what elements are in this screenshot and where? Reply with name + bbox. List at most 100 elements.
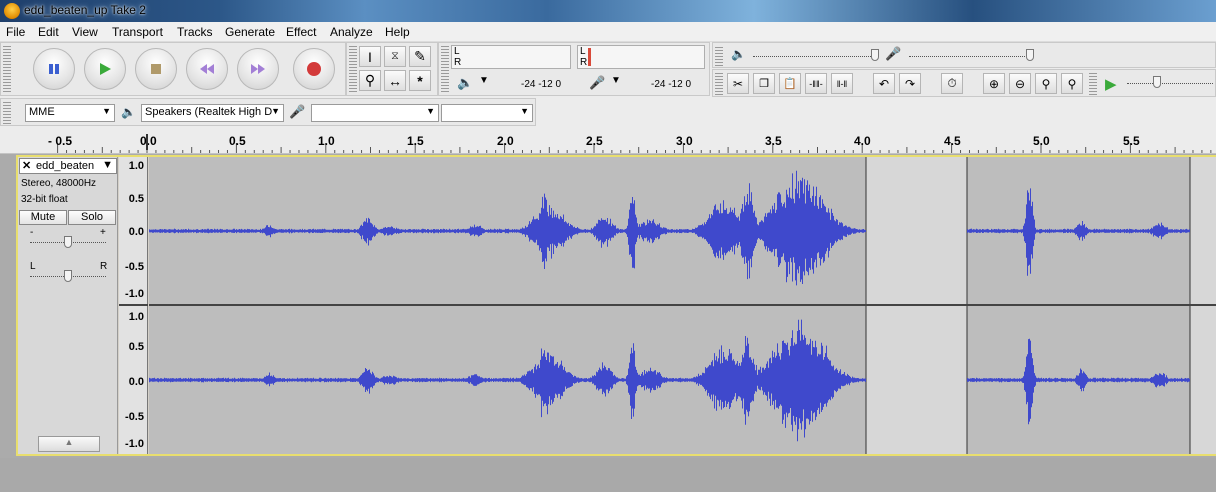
- transport-toolbar: [0, 42, 346, 96]
- track-menu-icon[interactable]: ▼: [102, 159, 113, 171]
- cut-button[interactable]: ✂: [727, 73, 749, 94]
- input-volume-thumb[interactable]: [1026, 49, 1034, 61]
- envelope-tool-button[interactable]: ⧖: [384, 46, 406, 67]
- menu-edit[interactable]: Edit: [38, 25, 59, 39]
- zoom-in-icon: ⊕: [988, 76, 1000, 91]
- toolbar-grip[interactable]: [715, 73, 723, 95]
- zoom-out-button[interactable]: ⊖: [1009, 73, 1031, 94]
- output-device-value: Speakers (Realtek High D: [145, 106, 273, 118]
- menu-generate[interactable]: Generate: [225, 25, 275, 39]
- vertical-ruler[interactable]: 1.0 0.5 0.0 -0.5 -1.0 1.0 0.5 0.0 -0.5 -…: [119, 157, 148, 454]
- output-volume-thumb[interactable]: [871, 49, 879, 61]
- output-volume-slider[interactable]: [753, 56, 877, 57]
- menu-transport[interactable]: Transport: [112, 25, 163, 39]
- playback-meter-menu-icon[interactable]: ▼: [611, 75, 621, 86]
- ruler-label: 3.0: [676, 134, 693, 148]
- fit-project-icon: ⚲: [1067, 76, 1077, 91]
- menu-help[interactable]: Help: [385, 25, 410, 39]
- menu-tracks[interactable]: Tracks: [177, 25, 213, 39]
- collapse-track-button[interactable]: ▲: [38, 436, 100, 452]
- skip-end-icon: [251, 64, 265, 74]
- empty-project-area[interactable]: [0, 458, 1216, 492]
- ruler-label: 3.5: [765, 134, 782, 148]
- toolbar-grip[interactable]: [1089, 73, 1097, 95]
- redo-button[interactable]: ↷: [899, 73, 921, 94]
- meter-toolbar: L R L R 🔈 ▼ -24 -12 0 🎤 ▼ -24 -12 0: [438, 42, 710, 96]
- vruler-label: -0.5: [125, 411, 144, 423]
- menu-file[interactable]: File: [6, 25, 25, 39]
- chevron-down-icon: ▼: [426, 106, 435, 116]
- asterisk-icon: *: [417, 72, 423, 89]
- trim-button[interactable]: -‖‖-: [805, 73, 827, 94]
- toolbar-grip[interactable]: [441, 46, 449, 92]
- zoom-out-icon: ⊖: [1014, 76, 1026, 91]
- multi-tool-button[interactable]: *: [409, 70, 431, 91]
- toolbar-grip[interactable]: [349, 46, 357, 92]
- close-track-icon[interactable]: ✕: [22, 159, 31, 172]
- menu-effect[interactable]: Effect: [286, 25, 316, 39]
- input-channels-select[interactable]: ▼: [441, 104, 533, 122]
- stop-icon: [151, 64, 161, 74]
- output-device-select[interactable]: Speakers (Realtek High D ▼: [141, 104, 284, 122]
- paste-button[interactable]: 📋: [779, 73, 801, 94]
- play-at-speed-icon[interactable]: ▶: [1105, 75, 1117, 93]
- vruler-label: -1.0: [125, 288, 144, 300]
- toolbar-area: I ⧖ ✎ ⚲ ↔ * L R L R 🔈 ▼ -24 -12 0 🎤 ▼ -2…: [0, 42, 1216, 126]
- channel-divider: [119, 304, 148, 306]
- silence-button[interactable]: ‖-‖: [831, 73, 853, 94]
- selection-tool-button[interactable]: I: [359, 46, 381, 67]
- ruler-label: 4.5: [944, 134, 961, 148]
- pause-button[interactable]: [33, 48, 75, 90]
- toolbar-grip[interactable]: [3, 46, 11, 92]
- fit-selection-button[interactable]: ⚲: [1035, 73, 1057, 94]
- play-button[interactable]: [84, 48, 126, 90]
- menu-analyze[interactable]: Analyze: [330, 25, 373, 39]
- record-meter[interactable]: L R: [451, 45, 571, 69]
- skip-to-end-button[interactable]: [237, 48, 279, 90]
- play-speed-slider[interactable]: [1127, 83, 1213, 84]
- copy-button[interactable]: ❐: [753, 73, 775, 94]
- track-format: Stereo, 48000Hz: [21, 178, 97, 189]
- ruler-label: 0.5: [229, 134, 246, 148]
- input-device-select[interactable]: ▼: [311, 104, 439, 122]
- toolbar-grip[interactable]: [3, 102, 11, 124]
- skip-to-start-button[interactable]: [186, 48, 228, 90]
- audio-host-value: MME: [29, 106, 55, 118]
- audacity-app-icon: [4, 3, 20, 19]
- menu-view[interactable]: View: [72, 25, 98, 39]
- play-speed-thumb[interactable]: [1153, 76, 1161, 88]
- zoom-tool-button[interactable]: ⚲: [359, 70, 381, 91]
- pencil-icon: ✎: [414, 48, 426, 64]
- draw-tool-button[interactable]: ✎: [409, 46, 431, 67]
- waveform-right-channel[interactable]: [149, 306, 1216, 454]
- audio-host-select[interactable]: MME ▼: [25, 104, 115, 122]
- undo-button[interactable]: ↶: [873, 73, 895, 94]
- ruler-label: 2.5: [586, 134, 603, 148]
- record-meter-menu-icon[interactable]: ▼: [479, 75, 489, 86]
- title-bar: edd_beaten_up Take 2: [0, 0, 1216, 22]
- stop-button[interactable]: [135, 48, 177, 90]
- sync-lock-button[interactable]: ⏱: [941, 73, 963, 94]
- mute-button[interactable]: Mute: [19, 210, 67, 225]
- solo-label: Solo: [80, 211, 104, 223]
- track-name-button[interactable]: ✕ edd_beaten ▼: [19, 158, 117, 174]
- toolbar-grip[interactable]: [715, 46, 723, 66]
- input-volume-slider[interactable]: [909, 56, 1033, 57]
- track-bitdepth: 32-bit float: [21, 194, 68, 205]
- chevron-down-icon: ▼: [271, 106, 280, 116]
- gain-slider-thumb[interactable]: [64, 236, 72, 248]
- vruler-label: 1.0: [128, 311, 144, 323]
- timeshift-tool-button[interactable]: ↔: [384, 70, 406, 91]
- zoom-in-button[interactable]: ⊕: [983, 73, 1005, 94]
- solo-button[interactable]: Solo: [68, 210, 116, 225]
- record-button[interactable]: [293, 48, 335, 90]
- pan-slider-thumb[interactable]: [64, 270, 72, 282]
- vruler-label: -1.0: [125, 438, 144, 450]
- record-meter-left-label: L: [454, 46, 460, 57]
- playback-meter[interactable]: L R: [577, 45, 705, 69]
- timeline-ruler[interactable]: - 0.5 0.0 0.5 1.0 1.5 2.0 2.5 3.0 3.5 4.…: [0, 126, 1216, 154]
- waveform-left-channel[interactable]: [149, 157, 1216, 305]
- speaker-icon: 🔈: [457, 75, 474, 90]
- fit-project-button[interactable]: ⚲: [1061, 73, 1083, 94]
- playhead-marker[interactable]: [146, 134, 148, 150]
